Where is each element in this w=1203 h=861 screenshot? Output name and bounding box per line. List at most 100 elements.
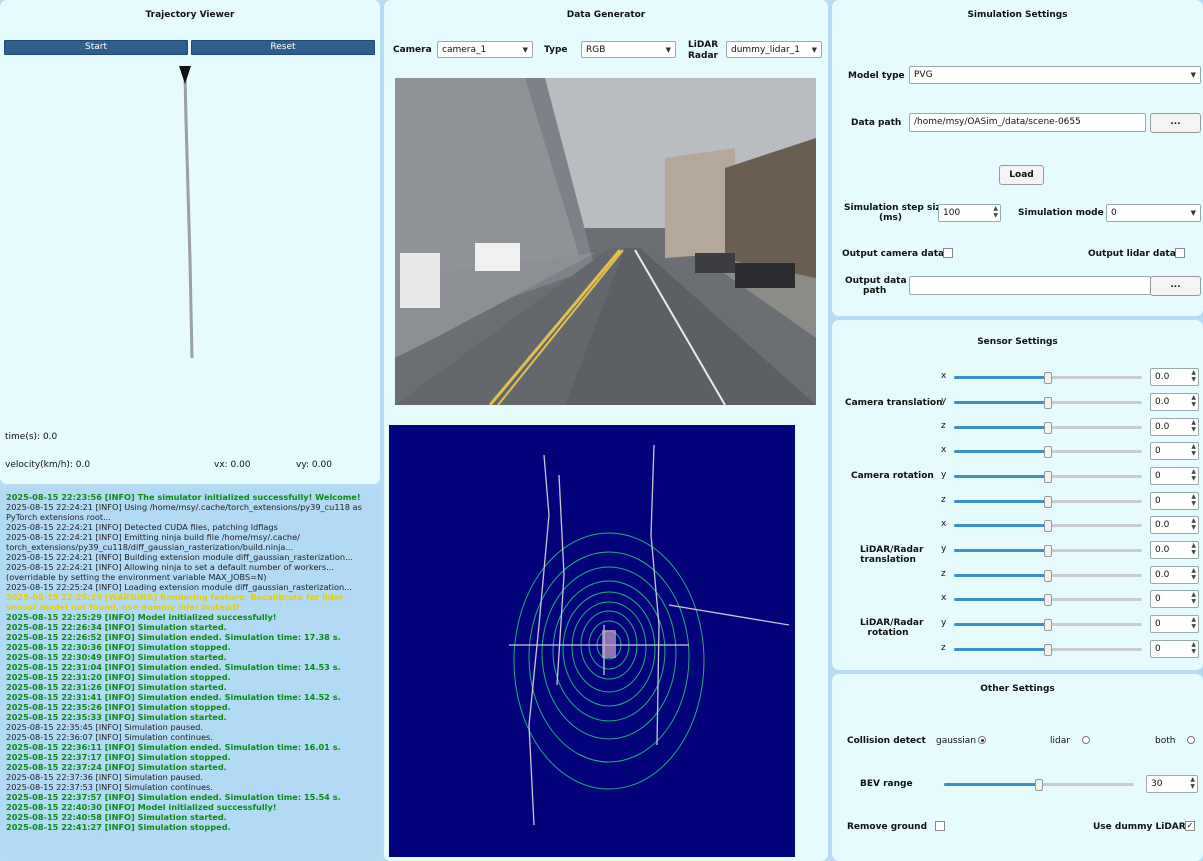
sensor-slider[interactable] xyxy=(954,496,1142,508)
sensor-spinbox[interactable]: 0.0 ▲ ▼ xyxy=(1150,418,1199,436)
sensor-spinbox[interactable]: 0 ▲ ▼ xyxy=(1150,640,1199,658)
sensor-spinbox[interactable]: 0 ▲ ▼ xyxy=(1150,590,1199,608)
vy-readout: vy: 0.00 xyxy=(296,460,332,470)
sensor-slider-handle[interactable] xyxy=(1044,644,1052,656)
type-select[interactable]: RGB ▼ xyxy=(581,41,676,58)
output-camera-checkbox[interactable] xyxy=(943,248,953,258)
start-button[interactable]: Start xyxy=(4,40,188,55)
chevron-down-icon: ▼ xyxy=(1190,209,1196,217)
output-lidar-checkbox[interactable] xyxy=(1175,248,1185,258)
collision-lidar-label: lidar xyxy=(1050,736,1070,746)
log-line: 2025-08-15 22:40:30 [INFO] Model initial… xyxy=(6,802,277,812)
sensor-spinbox[interactable]: 0 ▲ ▼ xyxy=(1150,442,1199,460)
sensor-spinbox[interactable]: 0 ▲ ▼ xyxy=(1150,492,1199,510)
sensor-spinbox[interactable]: 0 ▲ ▼ xyxy=(1150,615,1199,633)
sensor-slider-handle[interactable] xyxy=(1044,619,1052,631)
step-size-label-line2: (ms) xyxy=(879,213,902,223)
sensor-spinbox[interactable]: 0.0 ▲ ▼ xyxy=(1150,368,1199,386)
sensor-slider-handle[interactable] xyxy=(1044,496,1052,508)
reset-button[interactable]: Reset xyxy=(191,40,375,55)
use-dummy-lidar-checkbox[interactable]: ✓ xyxy=(1185,821,1195,831)
sensor-slider-handle[interactable] xyxy=(1044,570,1052,582)
spin-arrows-icon: ▲ ▼ xyxy=(1191,468,1196,482)
log-line: 2025-08-15 22:30:36 [INFO] Simulation st… xyxy=(6,642,231,652)
camera-select[interactable]: camera_1 ▼ xyxy=(437,41,533,58)
bev-range-label: BEV range xyxy=(860,779,913,789)
bev-range-slider-fill xyxy=(944,783,1039,786)
sensor-slider[interactable] xyxy=(954,397,1142,409)
load-button[interactable]: Load xyxy=(999,165,1044,185)
sim-mode-select[interactable]: 0 ▼ xyxy=(1106,204,1201,222)
log-line: 2025-08-15 22:25:24 [INFO] Loading exten… xyxy=(6,582,353,592)
sensor-slider[interactable] xyxy=(954,545,1142,557)
simulation-settings-title: Simulation Settings xyxy=(967,10,1068,20)
sensor-slider-handle[interactable] xyxy=(1044,471,1052,483)
sensor-spinbox[interactable]: 0 ▲ ▼ xyxy=(1150,467,1199,485)
step-size-label-line1: Simulation step size xyxy=(844,203,947,213)
collision-lidar-radio[interactable] xyxy=(1082,736,1090,744)
sensor-slider-handle[interactable] xyxy=(1044,594,1052,606)
lidar-label-line1: LiDAR xyxy=(688,40,719,50)
other-settings-panel: Other Settings Collision detect gaussian… xyxy=(832,674,1203,861)
sensor-spinbox-value: 0.0 xyxy=(1155,422,1170,432)
sensor-slider-handle[interactable] xyxy=(1044,520,1052,532)
sensor-axis-label: z xyxy=(941,643,946,653)
time-readout: time(s): 0.0 xyxy=(5,432,58,442)
chevron-down-icon: ▼ xyxy=(1190,71,1196,79)
log-line: 2025-08-15 22:37:53 [INFO] Simulation co… xyxy=(6,782,213,792)
chevron-down-icon: ▼ xyxy=(522,46,528,54)
sensor-spinbox[interactable]: 0.0 ▲ ▼ xyxy=(1150,393,1199,411)
use-dummy-lidar-label: Use dummy LiDAR xyxy=(1093,822,1186,832)
camera-translation-label: Camera translation xyxy=(845,398,943,408)
sensor-slider-handle[interactable] xyxy=(1044,372,1052,384)
sensor-slider[interactable] xyxy=(954,594,1142,606)
log-line: 2025-08-15 22:25:29 [INFO] Model initial… xyxy=(6,612,277,622)
sensor-slider[interactable] xyxy=(954,570,1142,582)
sensor-spinbox[interactable]: 0.0 ▲ ▼ xyxy=(1150,541,1199,559)
data-path-browse-button[interactable]: ... xyxy=(1150,113,1201,133)
sensor-slider-handle[interactable] xyxy=(1044,422,1052,434)
sensor-slider[interactable] xyxy=(954,471,1142,483)
remove-ground-checkbox[interactable] xyxy=(935,821,945,831)
output-path-label-line1: Output data xyxy=(845,276,907,286)
collision-gaussian-label: gaussian xyxy=(936,736,977,746)
log-output[interactable]: 2025-08-15 22:23:56 [INFO] The simulator… xyxy=(6,492,371,857)
lidar-select[interactable]: dummy_lidar_1 ▼ xyxy=(726,41,822,58)
trajectory-viewer-title: Trajectory Viewer xyxy=(145,10,235,20)
sensor-spinbox-value: 0 xyxy=(1155,446,1161,456)
bev-range-slider[interactable] xyxy=(944,779,1134,791)
sensor-slider[interactable] xyxy=(954,619,1142,631)
data-generator-panel: Data Generator Camera camera_1 ▼ Type RGB… xyxy=(384,0,828,861)
step-size-spinbox[interactable]: 100 ▲ ▼ xyxy=(938,204,1001,222)
bev-range-spinbox[interactable]: 30 ▲ ▼ xyxy=(1146,775,1198,793)
collision-both-radio[interactable] xyxy=(1187,736,1195,744)
sensor-slider-handle[interactable] xyxy=(1044,446,1052,458)
lidar-translation-text: LiDAR/Radar translation xyxy=(860,545,924,565)
model-type-select[interactable]: PVG ▼ xyxy=(909,66,1201,84)
sensor-slider[interactable] xyxy=(954,446,1142,458)
sensor-slider-handle[interactable] xyxy=(1044,545,1052,557)
data-path-input[interactable]: /home/msy/OASim_/data/scene-0655 xyxy=(909,113,1146,132)
sensor-slider[interactable] xyxy=(954,422,1142,434)
output-path-browse-button[interactable]: ... xyxy=(1150,276,1201,296)
sensor-spinbox-value: 0.0 xyxy=(1155,520,1170,530)
camera-rotation-label: Camera rotation xyxy=(851,471,934,481)
output-path-input[interactable] xyxy=(909,276,1151,295)
collision-gaussian-radio[interactable] xyxy=(978,736,986,744)
sensor-axis-label: x xyxy=(941,371,947,381)
sensor-slider-handle[interactable] xyxy=(1044,397,1052,409)
log-line: 2025-08-15 22:24:21 [INFO] Allowing ninj… xyxy=(6,562,334,582)
sensor-slider[interactable] xyxy=(954,372,1142,384)
sensor-slider[interactable] xyxy=(954,520,1142,532)
sensor-slider[interactable] xyxy=(954,644,1142,656)
sensor-axis-label: y xyxy=(941,618,947,628)
chevron-down-icon: ▼ xyxy=(665,46,671,54)
sensor-spinbox[interactable]: 0.0 ▲ ▼ xyxy=(1150,516,1199,534)
bev-range-slider-handle[interactable] xyxy=(1035,779,1043,791)
lidar-select-value: dummy_lidar_1 xyxy=(731,45,800,55)
sensor-axis-label: y xyxy=(941,544,947,554)
sensor-spinbox[interactable]: 0.0 ▲ ▼ xyxy=(1150,566,1199,584)
sensor-axis-label: y xyxy=(941,396,947,406)
type-label: Type xyxy=(544,45,568,55)
sim-mode-value: 0 xyxy=(1111,208,1117,218)
